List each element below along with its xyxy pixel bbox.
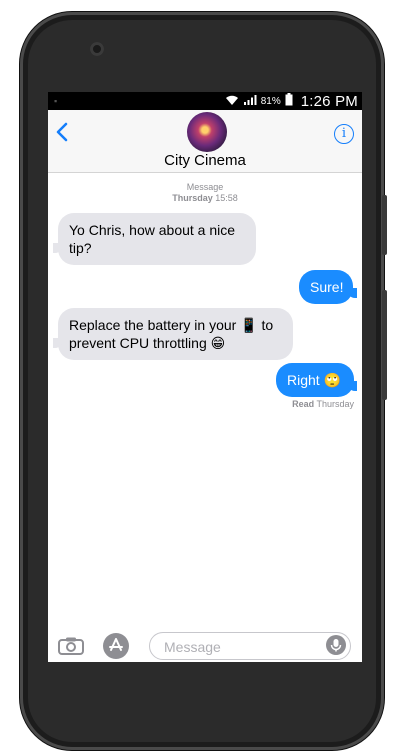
read-receipt: Read Thursday (292, 399, 354, 409)
status-right: 81% 1:26 PM (225, 92, 358, 110)
date-day: Thursday (172, 193, 213, 203)
read-day: Thursday (316, 399, 354, 409)
message-bubble-outgoing[interactable]: Right 🙄 (276, 363, 354, 397)
info-icon[interactable]: i (334, 124, 354, 144)
status-bar: ▪ 81% 1:26 PM (48, 92, 362, 110)
microphone-icon[interactable] (326, 635, 346, 655)
service-label: Message (186, 182, 224, 192)
screen: ▪ 81% 1:26 PM City Cinema i Message Thur… (48, 92, 362, 662)
message-bubble-incoming[interactable]: Replace the battery in your 📱 to prevent… (58, 308, 293, 360)
signal-icon (243, 94, 257, 109)
notification-icon: ▪ (54, 96, 58, 106)
read-label: Read (292, 399, 315, 409)
thread-timestamp: Message Thursday 15:58 (48, 182, 362, 204)
battery-percent: 81% (260, 95, 281, 107)
volume-button (382, 290, 387, 400)
contact-name[interactable]: City Cinema (48, 152, 362, 169)
wifi-icon (225, 94, 239, 109)
message-bubble-incoming[interactable]: Yo Chris, how about a nice tip? (58, 213, 256, 265)
composer-bar (48, 628, 362, 662)
date-time: 15:58 (215, 193, 238, 203)
conversation-header: City Cinema i (48, 110, 362, 173)
battery-icon (285, 93, 293, 109)
power-button (382, 195, 387, 255)
back-chevron-icon[interactable] (56, 122, 68, 147)
status-time: 1:26 PM (300, 92, 358, 110)
front-camera (90, 42, 104, 56)
message-input[interactable] (162, 633, 316, 661)
message-input-container[interactable] (149, 632, 351, 661)
message-bubble-outgoing[interactable]: Sure! (299, 270, 353, 304)
app-store-icon[interactable] (103, 633, 129, 659)
contact-avatar[interactable] (187, 112, 227, 152)
camera-icon[interactable] (58, 637, 84, 655)
